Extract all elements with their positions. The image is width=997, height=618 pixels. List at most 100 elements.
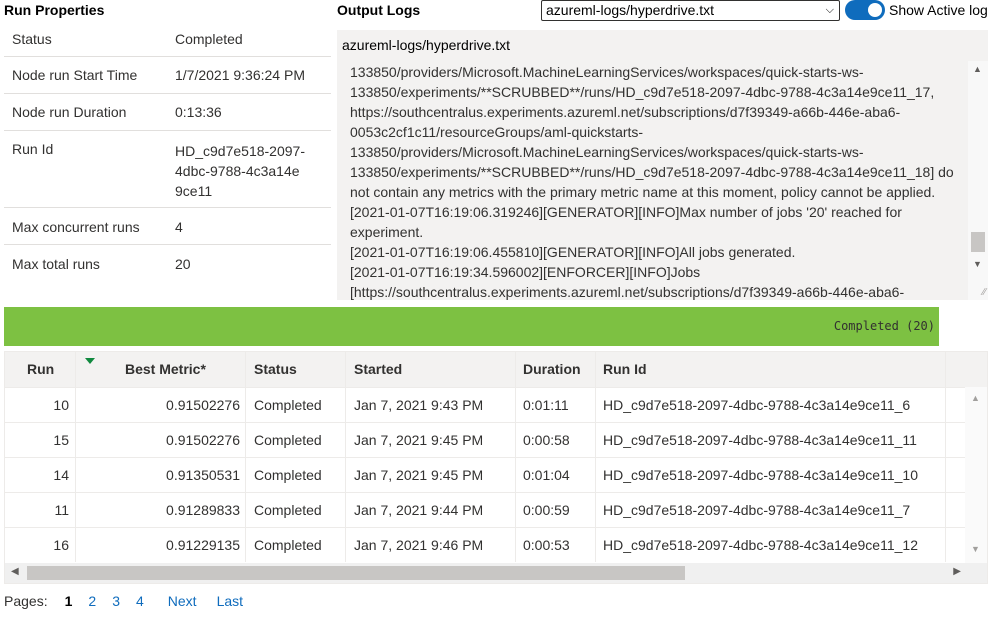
resize-grip-icon[interactable]: ∕∕ (983, 287, 986, 298)
prop-row-duration: Node run Duration 0:13:36 (4, 94, 331, 131)
page-1-link[interactable]: 1 (65, 593, 73, 609)
table-row[interactable]: 16 0.91229135 Completed Jan 7, 2021 9:46… (5, 527, 965, 562)
log-file-select[interactable]: azureml-logs/hyperdrive.txt ⌵ (541, 0, 840, 21)
prop-row-start-time: Node run Start Time 1/7/2021 9:36:24 PM (4, 57, 331, 94)
header-status[interactable]: Status (254, 352, 297, 387)
page-2-link[interactable]: 2 (88, 593, 96, 609)
table-header-row: Run Best Metric* Status Started Duration… (5, 352, 987, 387)
table-row[interactable]: 11 0.91289833 Completed Jan 7, 2021 9:44… (5, 492, 965, 527)
log-line: [2021-01-07T16:19:34.596002][ENFORCER][I… (350, 264, 701, 280)
header-best-metric[interactable]: Best Metric* (125, 352, 206, 387)
prop-value: Completed (175, 31, 243, 47)
table-vertical-scrollbar[interactable]: ▲ ▼ (965, 387, 987, 563)
pagination-label: Pages: (4, 593, 48, 609)
horizontal-scroll-thumb[interactable] (27, 566, 685, 580)
log-file-select-value: azureml-logs/hyperdrive.txt (546, 2, 715, 18)
prop-row-max-concurrent: Max concurrent runs 4 (4, 208, 331, 245)
table-row[interactable]: 15 0.91502276 Completed Jan 7, 2021 9:45… (5, 422, 965, 457)
prop-key: Run Id (12, 141, 54, 157)
cell-duration: 0:00:53 (523, 537, 570, 553)
cell-run-id[interactable]: HD_c9d7e518-2097-4dbc-9788-4c3a14e9ce11_… (603, 528, 918, 563)
header-run-id[interactable]: Run Id (603, 352, 647, 387)
log-scrollbar[interactable]: ▲ ▼ (968, 61, 988, 300)
page-3-link[interactable]: 3 (112, 593, 120, 609)
cell-started: Jan 7, 2021 9:46 PM (354, 537, 484, 553)
cell-run: 14 (53, 467, 69, 483)
scroll-down-icon[interactable]: ▼ (971, 544, 980, 554)
cell-best-metric: 0.91289833 (166, 502, 240, 518)
prop-row-max-total: Max total runs 20 (4, 245, 331, 282)
prop-key: Max concurrent runs (12, 219, 140, 235)
log-line: [2021-01-07T16:19:06.319246][GENERATOR][… (350, 204, 902, 220)
prop-value: 4 (175, 219, 183, 235)
log-line: experiment. (350, 224, 424, 240)
log-file-header: azureml-logs/hyperdrive.txt (337, 30, 988, 61)
cell-started: Jan 7, 2021 9:44 PM (354, 502, 484, 518)
scroll-up-icon[interactable]: ▲ (971, 393, 980, 403)
next-page-link[interactable]: Next (168, 593, 197, 609)
cell-status: Completed (254, 467, 322, 483)
prop-value: HD_c9d7e518-2097-4dbc-9788-4c3a14e9ce11 (175, 143, 305, 199)
scroll-up-icon[interactable]: ▲ (973, 64, 982, 74)
cell-run: 15 (53, 432, 69, 448)
prop-key: Max total runs (12, 256, 100, 272)
prop-value: 20 (175, 256, 191, 272)
cell-started: Jan 7, 2021 9:43 PM (354, 397, 484, 413)
toggle-knob (868, 3, 882, 17)
prop-value: 1/7/2021 9:36:24 PM (175, 67, 305, 83)
cell-run: 10 (53, 397, 69, 413)
log-scroll-thumb[interactable] (971, 232, 985, 252)
output-logs-title: Output Logs (337, 2, 421, 18)
cell-run-id[interactable]: HD_c9d7e518-2097-4dbc-9788-4c3a14e9ce11_… (603, 388, 910, 423)
scroll-down-icon[interactable]: ▼ (973, 259, 982, 269)
log-line: [https://southcentralus.experiments.azur… (350, 284, 905, 300)
log-viewer[interactable]: 133850/providers/Microsoft.MachineLearni… (337, 61, 988, 300)
cell-run-id[interactable]: HD_c9d7e518-2097-4dbc-9788-4c3a14e9ce11_… (603, 423, 917, 458)
cell-status: Completed (254, 502, 322, 518)
log-line: not contain any metrics with the primary… (350, 184, 936, 200)
log-line: 0053c2cf1c11/resourceGroups/aml-quicksta… (350, 124, 644, 140)
log-line: 133850/providers/Microsoft.MachineLearni… (350, 144, 864, 160)
cell-duration: 0:00:59 (523, 502, 570, 518)
show-active-log-toggle[interactable] (845, 0, 885, 20)
cell-run: 16 (53, 537, 69, 553)
header-run[interactable]: Run (27, 352, 54, 387)
cell-run-id[interactable]: HD_c9d7e518-2097-4dbc-9788-4c3a14e9ce11_… (603, 458, 918, 493)
header-duration[interactable]: Duration (523, 352, 581, 387)
run-progress-bar: Completed (20) (4, 307, 939, 346)
cell-duration: 0:01:11 (523, 397, 569, 413)
log-line: https://southcentralus.experiments.azure… (350, 104, 901, 120)
scroll-right-icon[interactable]: ▶ (953, 566, 961, 577)
cell-duration: 0:00:58 (523, 432, 570, 448)
table-row[interactable]: 10 0.91502276 Completed Jan 7, 2021 9:43… (5, 387, 965, 422)
page-4-link[interactable]: 4 (136, 593, 144, 609)
log-line: [2021-01-07T16:19:06.455810][GENERATOR][… (350, 244, 796, 260)
cell-started: Jan 7, 2021 9:45 PM (354, 467, 484, 483)
table-row[interactable]: 14 0.91350531 Completed Jan 7, 2021 9:45… (5, 457, 965, 492)
prop-key: Node run Duration (12, 104, 127, 120)
prop-value: 0:13:36 (175, 104, 222, 120)
prop-row-run-id: Run Id HD_c9d7e518-2097-4dbc-9788-4c3a14… (4, 131, 331, 208)
chevron-down-icon: ⌵ (825, 4, 834, 16)
sort-descending-icon (85, 358, 95, 364)
cell-started: Jan 7, 2021 9:45 PM (354, 432, 484, 448)
cell-status: Completed (254, 432, 322, 448)
run-properties-table: Status Completed Node run Start Time 1/7… (4, 20, 331, 282)
log-text: 133850/providers/Microsoft.MachineLearni… (350, 62, 967, 300)
table-horizontal-scrollbar[interactable]: ◀ ▶ (5, 563, 987, 583)
prop-row-status: Status Completed (4, 20, 331, 57)
cell-run-id[interactable]: HD_c9d7e518-2097-4dbc-9788-4c3a14e9ce11_… (603, 493, 910, 528)
child-runs-table: Run Best Metric* Status Started Duration… (4, 351, 988, 584)
show-active-log-label: Show Active log (889, 2, 988, 18)
run-properties-title: Run Properties (4, 2, 105, 18)
prop-key: Status (12, 31, 52, 47)
last-page-link[interactable]: Last (217, 593, 243, 609)
log-line: 133850/providers/Microsoft.MachineLearni… (350, 64, 864, 80)
cell-best-metric: 0.91350531 (166, 467, 240, 483)
cell-best-metric: 0.91502276 (166, 432, 240, 448)
cell-best-metric: 0.91229135 (166, 537, 240, 553)
header-started[interactable]: Started (354, 352, 402, 387)
log-line: 133850/experiments/**SCRUBBED**/runs/HD_… (350, 164, 954, 180)
scroll-left-icon[interactable]: ◀ (11, 566, 19, 577)
cell-status: Completed (254, 537, 322, 553)
